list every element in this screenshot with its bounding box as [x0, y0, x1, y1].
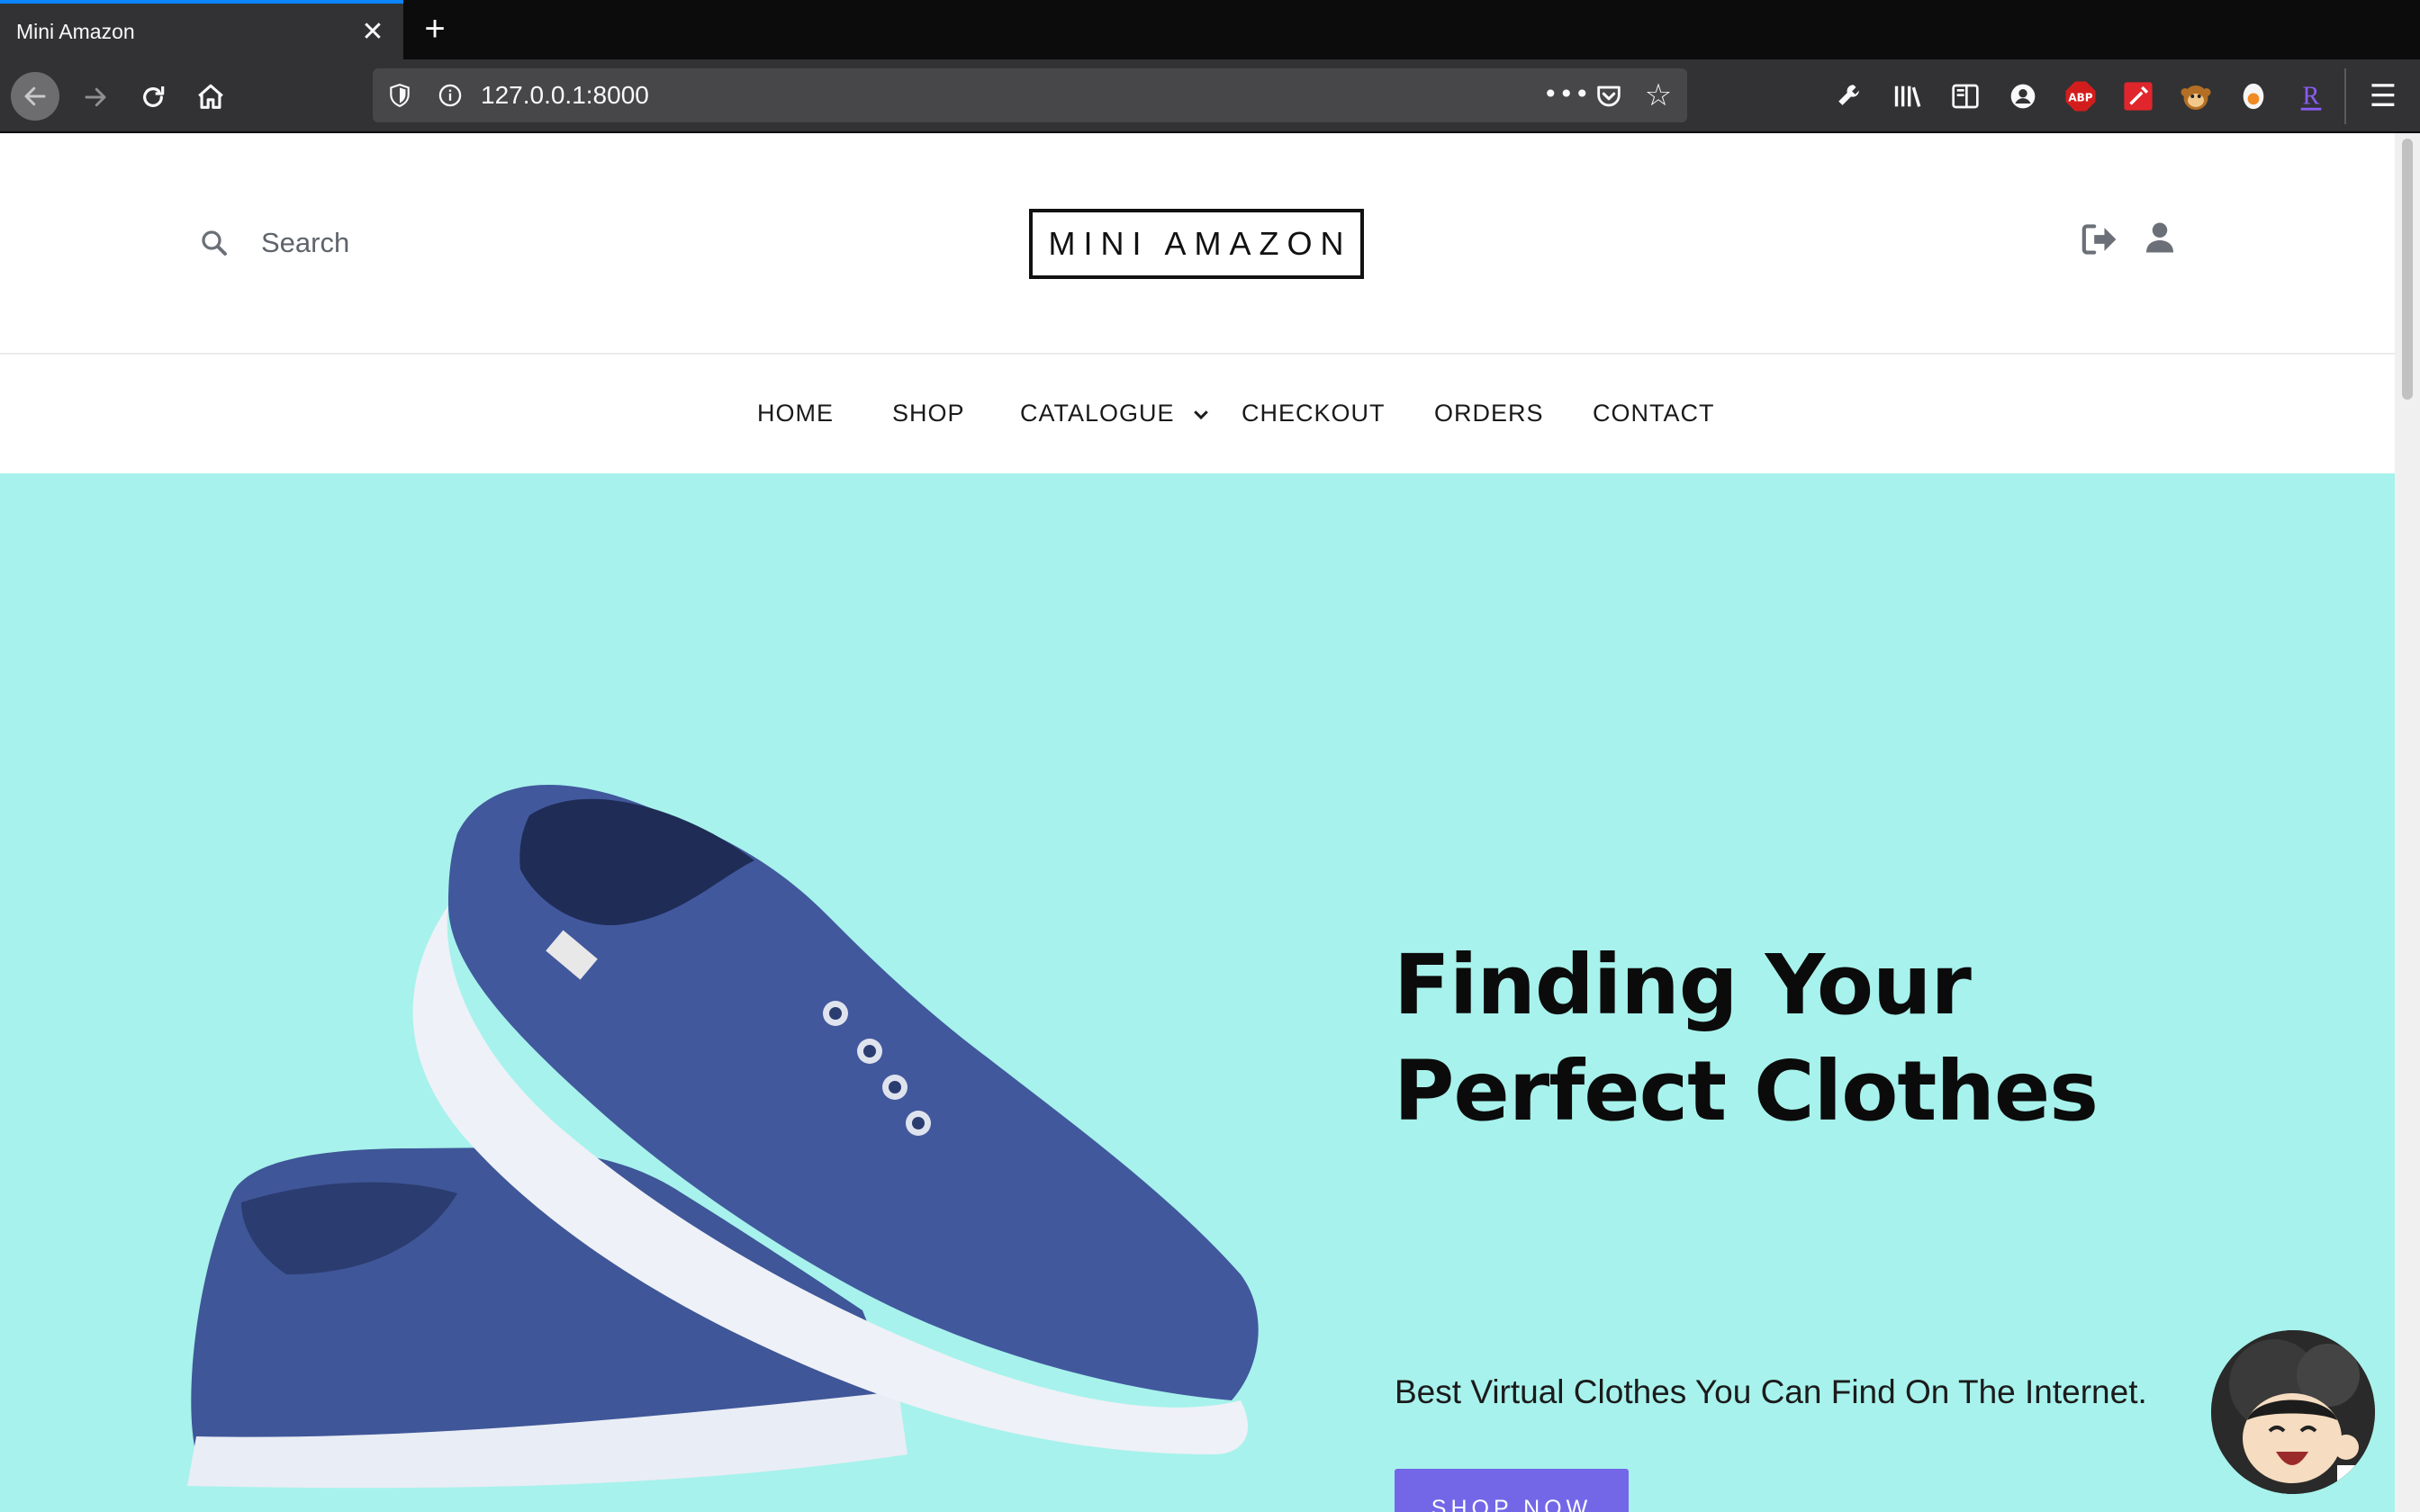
back-button[interactable]	[11, 72, 59, 121]
cartoon-avatar-icon	[2211, 1330, 2375, 1494]
web-page: MINI AMAZON HOME SHOP CATALOGUE CHECKOUT…	[0, 133, 2395, 1512]
library-icon[interactable]	[1887, 76, 1928, 117]
shop-now-button[interactable]: SHOP NOW	[1395, 1469, 1629, 1512]
shield-icon[interactable]	[385, 81, 414, 110]
site-logo[interactable]: MINI AMAZON	[1029, 209, 1364, 279]
main-nav: HOME SHOP CATALOGUE CHECKOUT ORDERS CONT…	[0, 356, 2395, 473]
sidebar-icon[interactable]	[1945, 76, 1986, 117]
new-tab-button[interactable]: +	[416, 11, 454, 49]
home-icon	[198, 84, 223, 109]
hero-title: Finding Your Perfect Clothes	[1394, 932, 2294, 1145]
info-icon[interactable]	[436, 81, 465, 110]
color-picker-icon[interactable]	[2118, 76, 2159, 117]
page-actions-icon[interactable]: •••	[1543, 79, 1590, 112]
arrow-right-icon	[85, 87, 106, 107]
wrench-icon[interactable]	[1829, 76, 1871, 117]
browser-toolbar: 127.0.0.1:8000 ••• ☆ ABP R ☰	[0, 59, 2420, 133]
forward-button[interactable]	[70, 72, 121, 122]
adblock-plus-icon[interactable]: ABP	[2060, 76, 2101, 117]
record-icon[interactable]	[2233, 76, 2274, 117]
logout-icon[interactable]	[2080, 221, 2118, 257]
hero-title-line-2: Perfect Clothes	[1394, 1043, 2099, 1139]
reload-icon	[143, 86, 165, 107]
tab-title: Mini Amazon	[16, 20, 135, 43]
nav-home[interactable]: HOME	[757, 400, 834, 428]
hamburger-menu-icon[interactable]: ☰	[2362, 76, 2404, 117]
tampermonkey-icon[interactable]	[2175, 76, 2217, 117]
nav-catalogue[interactable]: CATALOGUE	[1020, 400, 1209, 428]
home-button[interactable]	[185, 72, 236, 122]
adblock-label: ABP	[2068, 91, 2092, 104]
browser-tab-bar: Mini Amazon ✕ +	[0, 0, 2420, 59]
chevron-down-icon	[1194, 410, 1208, 419]
nav-catalogue-label: CATALOGUE	[1020, 400, 1175, 427]
pocket-icon[interactable]	[1594, 81, 1624, 112]
browser-tab[interactable]: Mini Amazon ✕	[0, 0, 403, 59]
search-input[interactable]	[261, 220, 621, 266]
user-icon[interactable]	[2145, 221, 2177, 256]
scrollbar-thumb[interactable]	[2402, 139, 2413, 400]
hero-banner: Finding Your Perfect Clothes Best Virtua…	[0, 473, 2395, 1512]
reader-label: R	[2303, 83, 2320, 111]
toolbar-separator	[2344, 68, 2346, 124]
sneaker-image	[187, 785, 1259, 1489]
reload-button[interactable]	[128, 72, 178, 122]
nav-checkout[interactable]: CHECKOUT	[1242, 400, 1386, 428]
reader-icon[interactable]: R	[2290, 76, 2332, 117]
nav-orders[interactable]: ORDERS	[1434, 400, 1544, 428]
chat-widget-avatar[interactable]	[2211, 1330, 2375, 1494]
site-header: MINI AMAZON	[0, 133, 2395, 355]
nav-contact[interactable]: CONTACT	[1593, 400, 1715, 428]
url-bar[interactable]: 127.0.0.1:8000 ••• ☆	[373, 68, 1687, 122]
page-scrollbar[interactable]	[2395, 133, 2420, 1512]
bookmark-star-icon[interactable]: ☆	[1642, 79, 1675, 112]
nav-shop[interactable]: SHOP	[892, 400, 965, 428]
close-tab-icon[interactable]: ✕	[357, 16, 389, 49]
account-icon[interactable]	[2002, 76, 2044, 117]
hero-subtitle: Best Virtual Clothes You Can Find On The…	[1395, 1373, 2147, 1410]
url-text[interactable]: 127.0.0.1:8000	[481, 81, 649, 110]
search-icon[interactable]	[198, 227, 230, 259]
arrow-left-icon	[24, 86, 46, 106]
hero-title-line-1: Finding Your	[1394, 937, 1972, 1033]
